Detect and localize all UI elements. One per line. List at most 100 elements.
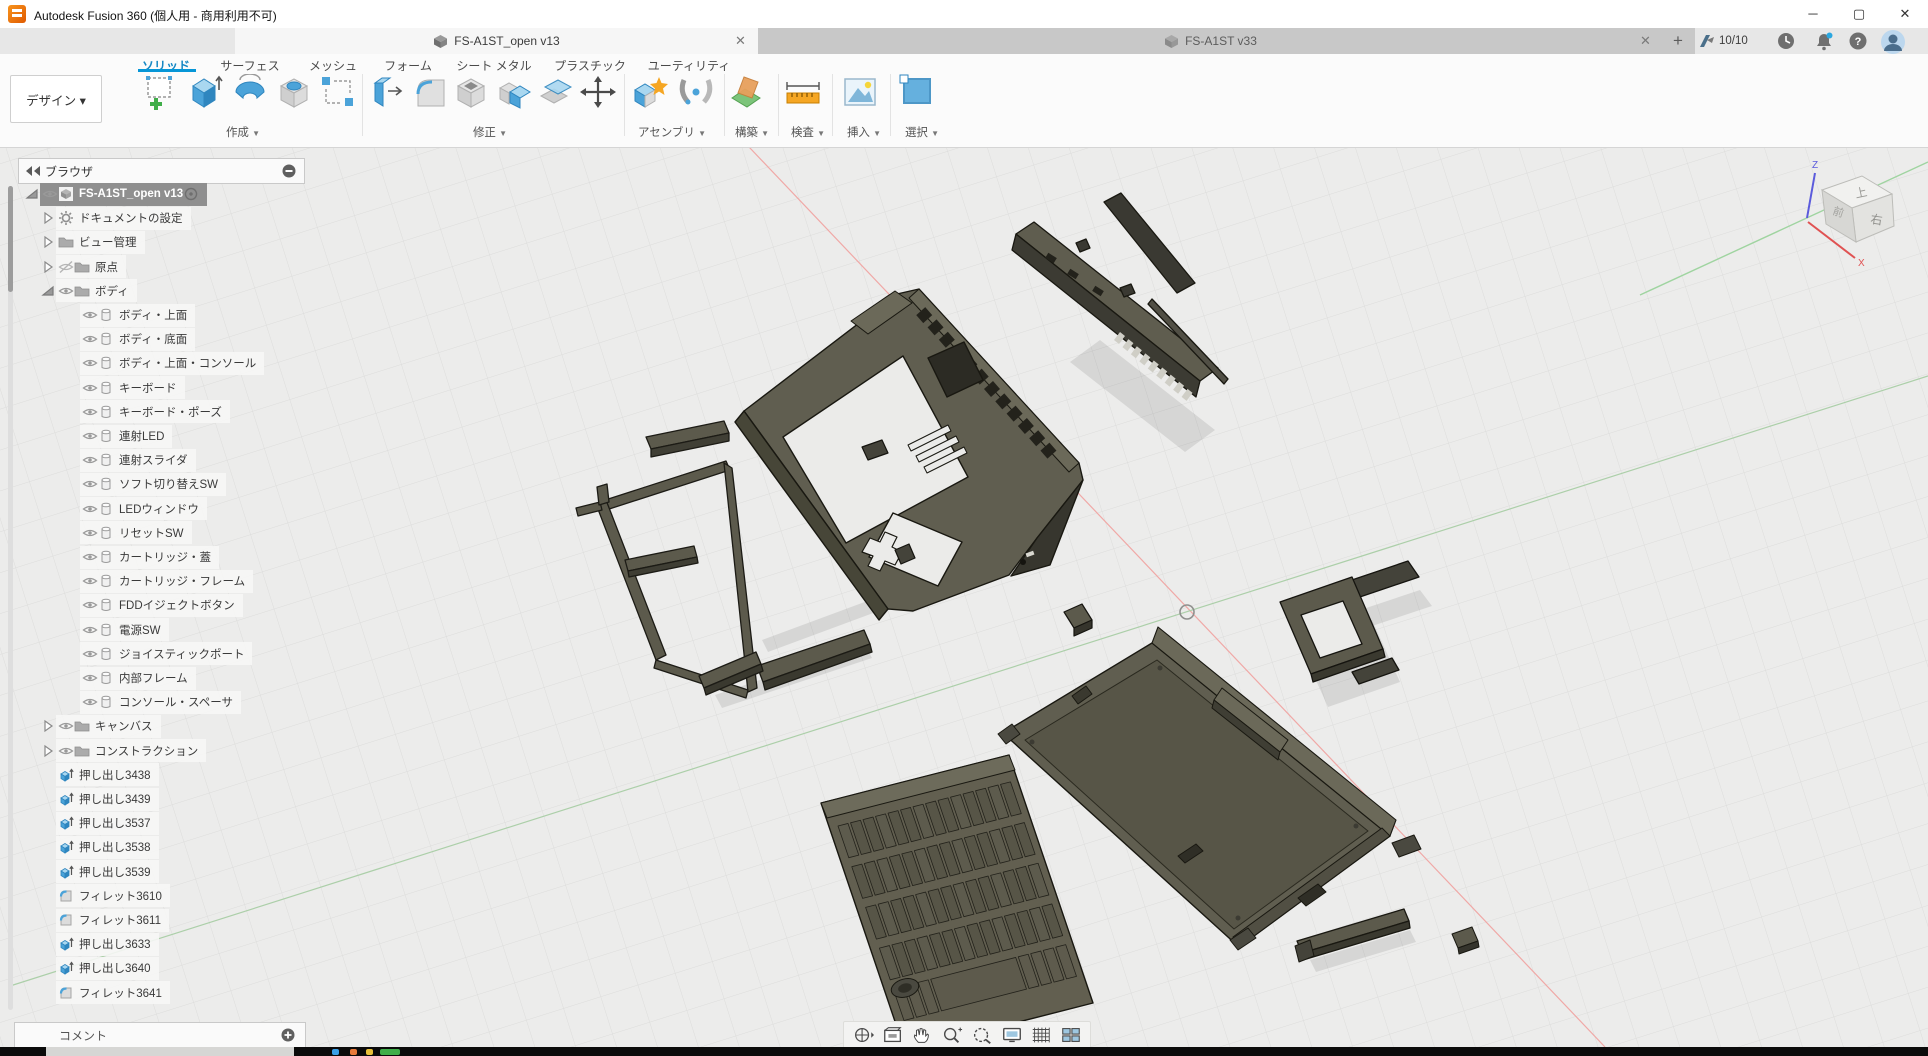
tree-row[interactable]: カートリッジ・蓋 — [64, 546, 219, 568]
tree-row[interactable]: キーボード — [64, 377, 185, 399]
pattern-icon[interactable] — [318, 74, 358, 110]
user-avatar[interactable] — [1880, 29, 1906, 55]
tree-row[interactable]: 電源SW — [64, 619, 169, 641]
display-settings-icon[interactable] — [1001, 1025, 1023, 1045]
select-icon[interactable] — [898, 74, 938, 110]
panel-minus-icon[interactable] — [282, 164, 296, 178]
eye-on-icon[interactable] — [82, 549, 98, 565]
tree-row[interactable]: 内部フレーム — [64, 667, 196, 689]
tree-row[interactable]: カートリッジ・フレーム — [64, 570, 253, 592]
ribbon-tab-sheetmetal[interactable]: シート メタル — [456, 57, 531, 73]
expand-open-icon[interactable] — [40, 283, 56, 299]
comment-add-icon[interactable] — [281, 1028, 295, 1042]
expand-closed-icon[interactable] — [40, 234, 56, 250]
expand-closed-icon[interactable] — [40, 210, 56, 226]
eye-off-icon[interactable] — [58, 259, 74, 275]
ribbon-group-inspect[interactable]: 検査 ▼ — [791, 124, 825, 140]
tree-row[interactable]: 押し出し3539 — [56, 861, 159, 883]
tree-row[interactable]: ボディ・上面・コンソール — [64, 352, 264, 374]
close-button[interactable]: ✕ — [1882, 0, 1928, 27]
ribbon-tab-plastic[interactable]: プラスチック — [554, 57, 626, 73]
eye-on-icon[interactable] — [58, 718, 74, 734]
eye-on-icon[interactable] — [82, 646, 98, 662]
tree-row[interactable]: ジョイスティックポート — [64, 643, 252, 665]
construct-plane-icon[interactable] — [728, 74, 768, 110]
tree-row[interactable]: ボディ — [40, 280, 137, 302]
new-tab-button[interactable]: + — [1668, 31, 1688, 51]
tree-row[interactable]: リセットSW — [64, 522, 192, 544]
tab-close-icon[interactable]: ✕ — [735, 33, 746, 49]
eye-on-icon[interactable] — [82, 525, 98, 541]
shell-icon[interactable] — [452, 74, 492, 110]
expand-closed-icon[interactable] — [40, 259, 56, 275]
combine-icon[interactable] — [494, 74, 534, 110]
design-workspace-menu[interactable]: デザイン ▾ — [10, 75, 102, 123]
insert-canvas-icon[interactable] — [840, 74, 880, 110]
expand-closed-icon[interactable] — [40, 718, 56, 734]
tree-row[interactable]: 原点 — [40, 256, 126, 278]
grid-settings-icon[interactable] — [1030, 1025, 1052, 1045]
browser-scrollbar-thumb[interactable] — [8, 186, 13, 292]
minimize-button[interactable]: ─ — [1790, 0, 1836, 27]
browser-panel-header[interactable]: ブラウザ — [18, 158, 305, 184]
look-at-icon[interactable] — [882, 1025, 904, 1045]
notification-bell-icon[interactable] — [1814, 31, 1834, 51]
job-status-badge[interactable]: 10/10 — [1698, 31, 1748, 51]
tree-row[interactable]: フィレット3611 — [56, 909, 169, 931]
orbit-icon[interactable] — [852, 1025, 874, 1045]
tree-row[interactable]: キーボード・ポーズ — [64, 401, 230, 423]
eye-on-icon[interactable] — [42, 186, 58, 202]
tree-row[interactable]: ビュー管理 — [40, 231, 145, 253]
tree-row[interactable]: 押し出し3537 — [56, 812, 159, 834]
tab-close-icon[interactable]: ✕ — [1640, 33, 1651, 49]
tree-row[interactable]: FDDイジェクトボタン — [64, 594, 243, 616]
eye-on-icon[interactable] — [82, 573, 98, 589]
browser-scrollbar-track[interactable] — [8, 186, 13, 1010]
ribbon-group-create[interactable]: 作成 ▼ — [226, 124, 260, 140]
tree-row[interactable]: フィレット3610 — [56, 885, 170, 907]
ribbon-group-construct[interactable]: 構築 ▼ — [735, 124, 769, 140]
eye-on-icon[interactable] — [82, 694, 98, 710]
history-clock-icon[interactable] — [1776, 31, 1796, 51]
tree-row[interactable]: コンソール・スペーサ — [64, 691, 241, 713]
eye-on-icon[interactable] — [58, 743, 74, 759]
tree-row[interactable]: 押し出し3633 — [56, 933, 159, 955]
eye-on-icon[interactable] — [82, 355, 98, 371]
tree-row[interactable]: フィレット3641 — [56, 982, 170, 1004]
tree-row[interactable]: ボディ・上面 — [64, 304, 195, 326]
tree-row[interactable]: 連射LED — [64, 425, 172, 447]
fillet-icon[interactable] — [410, 74, 450, 110]
eye-on-icon[interactable] — [82, 404, 98, 420]
expand-closed-icon[interactable] — [40, 743, 56, 759]
tree-row[interactable]: ソフト切り替えSW — [64, 473, 226, 495]
tree-row[interactable]: 押し出し3439 — [56, 788, 159, 810]
maximize-button[interactable]: ▢ — [1836, 0, 1882, 27]
tree-row[interactable]: 連射スライダ — [64, 449, 196, 471]
eye-on-icon[interactable] — [82, 380, 98, 396]
ribbon-group-assemble[interactable]: アセンブリ ▼ — [638, 124, 706, 140]
extrude-icon[interactable] — [185, 74, 225, 110]
help-icon[interactable]: ? — [1848, 31, 1868, 51]
eye-on-icon[interactable] — [82, 622, 98, 638]
eye-on-icon[interactable] — [82, 331, 98, 347]
ribbon-tab-form[interactable]: フォーム — [384, 57, 432, 73]
tree-row[interactable]: 押し出し3438 — [56, 764, 159, 786]
target-icon[interactable] — [183, 186, 199, 202]
move-icon[interactable] — [578, 74, 618, 110]
tab-document-inactive[interactable]: FS-A1ST v33 ✕ — [758, 28, 1663, 54]
pan-icon[interactable] — [911, 1025, 933, 1045]
eye-on-icon[interactable] — [58, 283, 74, 299]
eye-on-icon[interactable] — [82, 428, 98, 444]
collapse-panel-icon[interactable] — [25, 165, 41, 177]
expand-open-icon[interactable] — [24, 186, 40, 202]
tree-row[interactable]: 押し出し3640 — [56, 957, 159, 979]
offset-face-icon[interactable] — [536, 74, 576, 110]
ribbon-tab-mesh[interactable]: メッシュ — [309, 57, 357, 73]
new-component-icon[interactable] — [630, 74, 670, 110]
ribbon-group-select[interactable]: 選択 ▼ — [905, 124, 939, 140]
eye-on-icon[interactable] — [82, 476, 98, 492]
tree-row[interactable]: キャンバス — [40, 715, 161, 737]
tree-row[interactable]: LEDウィンドウ — [64, 498, 207, 520]
zoom-icon[interactable] — [941, 1025, 963, 1045]
comment-bar[interactable]: コメント — [14, 1022, 306, 1049]
